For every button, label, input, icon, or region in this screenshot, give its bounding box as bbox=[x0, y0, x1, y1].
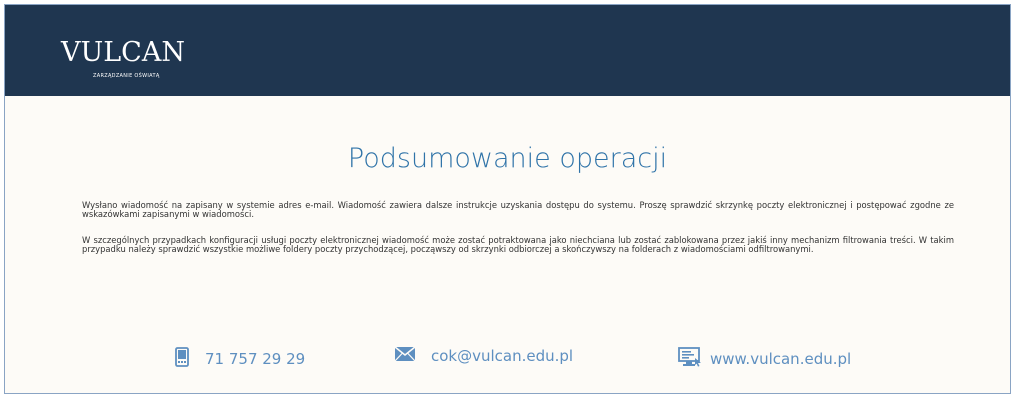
page-frame: VULCAN ZARZĄDZANIE OŚWIATĄ Podsumowanie … bbox=[4, 4, 1011, 394]
contact-phone[interactable]: 71 757 29 29 bbox=[175, 347, 305, 371]
page-title: Podsumowanie operacji bbox=[347, 143, 668, 174]
contact-email[interactable]: cok@vulcan.edu.pl bbox=[394, 346, 574, 365]
website-url: www.vulcan.edu.pl bbox=[710, 350, 852, 368]
phone-icon bbox=[175, 347, 189, 371]
info-paragraph-2: W szczególnych przypadkach konfiguracji … bbox=[82, 235, 954, 255]
envelope-icon bbox=[394, 346, 416, 365]
email-address: cok@vulcan.edu.pl bbox=[431, 347, 574, 365]
logo-tagline: ZARZĄDZANIE OŚWIATĄ bbox=[93, 73, 160, 79]
phone-number: 71 757 29 29 bbox=[205, 350, 306, 368]
info-paragraph-1: Wysłano wiadomość na zapisany w systemie… bbox=[82, 200, 954, 220]
monitor-icon bbox=[678, 347, 702, 371]
header-bar: VULCAN ZARZĄDZANIE OŚWIATĄ bbox=[5, 5, 1010, 96]
contact-footer: 71 757 29 29 cok@vulcan.edu.pl www.vulca… bbox=[5, 346, 1010, 377]
contact-website[interactable]: www.vulcan.edu.pl bbox=[678, 347, 851, 371]
vulcan-logo[interactable]: VULCAN bbox=[61, 39, 185, 66]
